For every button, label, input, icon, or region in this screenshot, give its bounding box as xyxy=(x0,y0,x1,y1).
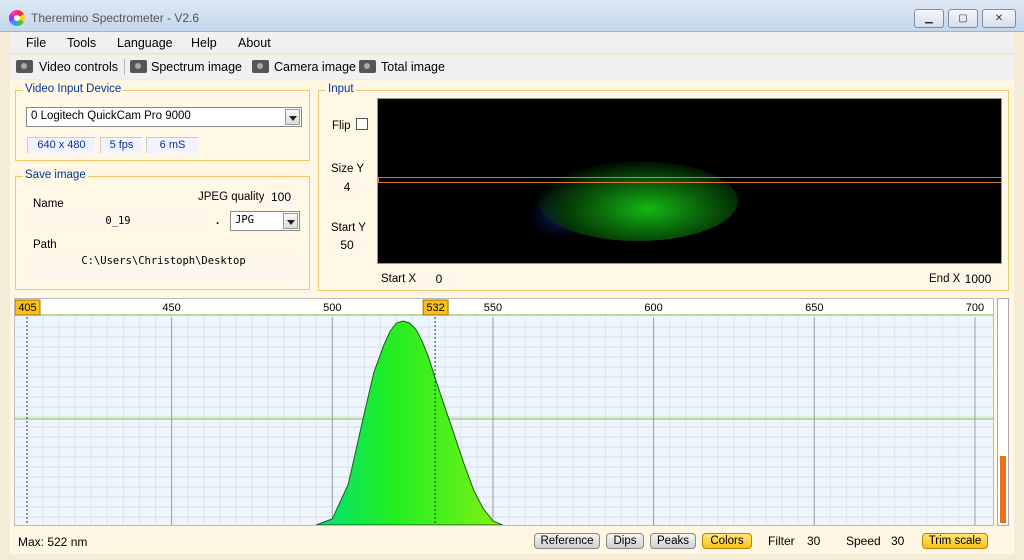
peaks-button[interactable]: Peaks xyxy=(650,533,696,549)
end-x-label: End X xyxy=(929,273,961,285)
toolbar: Video controls Spectrum image Camera ima… xyxy=(10,55,1014,79)
start-x-input[interactable]: 0 xyxy=(421,270,457,288)
x-tick-label: 550 xyxy=(484,302,502,314)
flip-label: Flip xyxy=(332,120,351,132)
window-title: Theremino Spectrometer - V2.6 xyxy=(31,11,200,25)
maximize-button[interactable]: ▢ xyxy=(948,9,978,28)
format-select[interactable]: JPG xyxy=(230,211,300,231)
input-title: Input xyxy=(326,83,356,95)
title-bar: Theremino Spectrometer - V2.6 ▁ ▢ ✕ xyxy=(0,0,1024,32)
x-tick-label: 450 xyxy=(162,302,180,314)
ms-display: 6 mS xyxy=(146,137,198,153)
peak-marker-label: 532 xyxy=(426,302,444,314)
save-image-group: Save image Name JPEG quality 100 0_19 . … xyxy=(15,169,310,290)
fps-display: 5 fps xyxy=(100,137,142,153)
video-device-select[interactable]: 0 Logitech QuickCam Pro 9000 xyxy=(26,107,302,127)
camera-icon xyxy=(252,60,269,73)
camera-icon xyxy=(359,60,376,73)
speed-label: Speed xyxy=(846,534,881,548)
camera-preview[interactable] xyxy=(377,98,1002,264)
toolbar-separator xyxy=(124,59,125,75)
level-scale xyxy=(997,298,1009,526)
start-y-input[interactable]: 50 xyxy=(331,236,363,254)
max-readout: Max: 522 nm xyxy=(18,535,88,549)
start-y-label: Start Y xyxy=(331,222,366,234)
path-label: Path xyxy=(33,239,57,251)
x-tick-label: 600 xyxy=(644,302,662,314)
level-fill xyxy=(1000,456,1006,523)
menu-language[interactable]: Language xyxy=(117,36,173,50)
video-input-group: Video Input Device 0 Logitech QuickCam P… xyxy=(15,83,310,161)
filter-label: Filter xyxy=(768,534,795,548)
menu-file[interactable]: File xyxy=(26,36,46,50)
x-tick-label: 650 xyxy=(805,302,823,314)
menu-help[interactable]: Help xyxy=(191,36,217,50)
chevron-down-icon[interactable] xyxy=(285,109,300,125)
scan-band-selection[interactable] xyxy=(378,177,1001,183)
camera-icon xyxy=(130,60,147,73)
menu-bar: File Tools Language Help About xyxy=(10,32,1014,54)
camera-green-glow xyxy=(538,161,738,241)
dot-separator: . xyxy=(216,215,220,227)
dips-button[interactable]: Dips xyxy=(606,533,644,549)
path-input[interactable]: C:\Users\Christoph\Desktop xyxy=(26,253,301,279)
format-value: JPG xyxy=(235,214,254,226)
speed-value[interactable]: 30 xyxy=(891,534,904,548)
spectrum-chart[interactable]: 450 500 550 600 650 700 405 532 xyxy=(14,298,994,526)
file-name-input[interactable]: 0_19 xyxy=(26,212,210,230)
start-x-label: Start X xyxy=(381,273,417,285)
jpeg-quality-label: JPEG quality xyxy=(198,191,265,203)
resolution-display: 640 x 480 xyxy=(27,137,95,153)
jpeg-quality-input[interactable]: 100 xyxy=(264,188,298,206)
app-logo-icon xyxy=(9,10,25,26)
camera-image-button[interactable]: Camera image xyxy=(274,60,356,74)
video-controls-button[interactable]: Video controls xyxy=(39,60,118,74)
chevron-down-icon[interactable] xyxy=(283,213,298,229)
name-label: Name xyxy=(33,198,64,210)
video-input-title: Video Input Device xyxy=(23,83,124,95)
close-button[interactable]: ✕ xyxy=(982,9,1016,28)
x-tick-label: 500 xyxy=(323,302,341,314)
save-image-title: Save image xyxy=(23,169,88,181)
trim-scale-button[interactable]: Trim scale xyxy=(922,533,988,549)
video-camera-icon xyxy=(16,60,33,73)
video-device-value: 0 Logitech QuickCam Pro 9000 xyxy=(31,110,191,122)
x-tick-label: 700 xyxy=(966,302,984,314)
reference-button[interactable]: Reference xyxy=(534,533,600,549)
spectrum-svg: 450 500 550 600 650 700 405 532 xyxy=(15,299,993,525)
menu-tools[interactable]: Tools xyxy=(67,36,96,50)
filter-value[interactable]: 30 xyxy=(807,534,820,548)
size-y-label: Size Y xyxy=(331,163,365,175)
status-bar: Max: 522 nm Reference Dips Peaks Colors … xyxy=(10,528,1014,554)
spectrum-area xyxy=(316,320,503,525)
size-y-input[interactable]: 4 xyxy=(331,178,363,196)
total-image-button[interactable]: Total image xyxy=(381,60,445,74)
left-marker-label: 405 xyxy=(18,302,36,314)
colors-button[interactable]: Colors xyxy=(702,533,752,549)
end-x-input[interactable]: 1000 xyxy=(960,270,996,288)
flip-checkbox[interactable] xyxy=(356,118,368,130)
spectrum-image-button[interactable]: Spectrum image xyxy=(151,60,242,74)
menu-about[interactable]: About xyxy=(238,36,271,50)
minimize-button[interactable]: ▁ xyxy=(914,9,944,28)
